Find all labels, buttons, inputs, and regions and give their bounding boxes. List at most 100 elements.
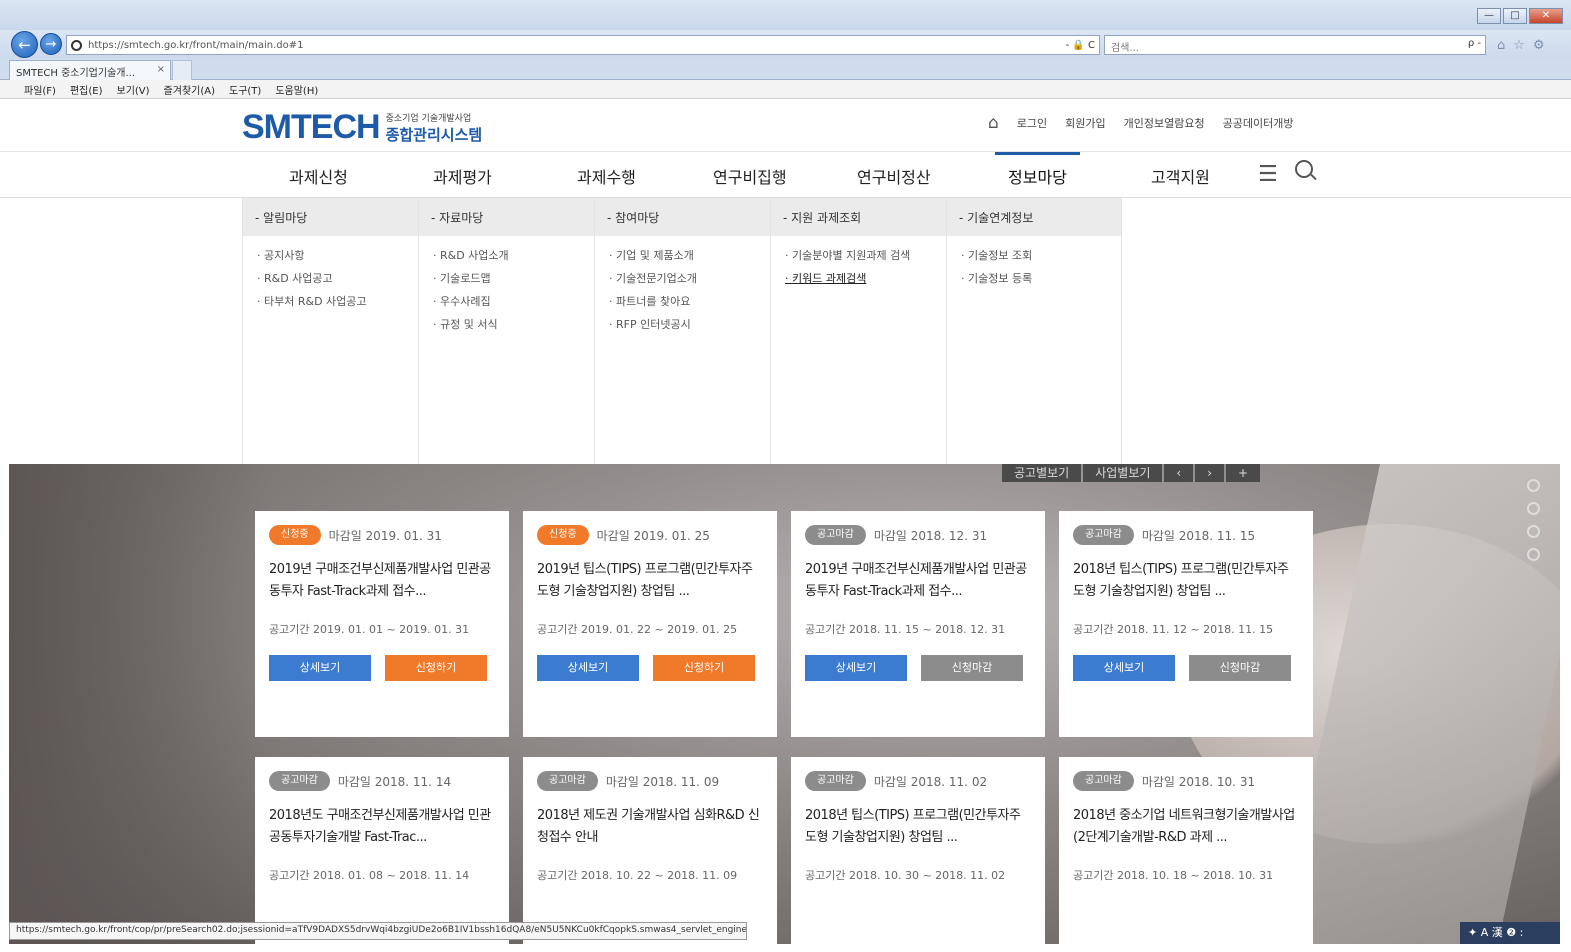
card-deadline: 마감일 2018. 11. 02 bbox=[873, 774, 988, 789]
menu-favorites[interactable]: 즐겨찾기(A) bbox=[164, 82, 215, 97]
mega-item[interactable]: · R&D 사업소개 bbox=[433, 244, 580, 267]
mega-head[interactable]: - 참여마당 bbox=[595, 198, 770, 236]
close-window-button[interactable]: ✕ bbox=[1529, 8, 1563, 24]
menu-tools[interactable]: 도구(T) bbox=[229, 82, 261, 97]
card-title[interactable]: 2018년 중소기업 네트워크형기술개발사업(2단계기술개발-R&D 과제 ..… bbox=[1073, 805, 1299, 849]
mega-item[interactable]: · R&D 사업공고 bbox=[257, 267, 404, 290]
notice-card[interactable]: 신청중 마감일 2019. 01. 31 2019년 구매조건부신제품개발사업 … bbox=[255, 511, 509, 737]
apply-button[interactable]: 신청하기 bbox=[385, 655, 487, 681]
mega-item-hovered[interactable]: · 키워드 과제검색 bbox=[785, 267, 932, 290]
settings-gear-icon[interactable]: ⚙ bbox=[1533, 38, 1545, 53]
card-deadline: 마감일 2019. 01. 31 bbox=[328, 528, 442, 543]
next-slide-button[interactable]: › bbox=[1195, 464, 1225, 482]
mega-item[interactable]: · 기술전문기업소개 bbox=[609, 267, 756, 290]
mega-item[interactable]: · RFP 인터넷공시 bbox=[609, 313, 756, 336]
site-logo[interactable]: SMTECH 중소기업 기술개발사업 종합관리시스템 bbox=[242, 108, 482, 147]
menu-file[interactable]: 파일(F) bbox=[24, 82, 56, 97]
view-by-business-button[interactable]: 사업별보기 bbox=[1083, 464, 1163, 482]
detail-button[interactable]: 상세보기 bbox=[1073, 655, 1175, 681]
mega-item[interactable]: · 규정 및 서식 bbox=[433, 313, 580, 336]
login-link[interactable]: 로그인 bbox=[1017, 115, 1047, 131]
logo-subtitle: 중소기업 기술개발사업 종합관리시스템 bbox=[386, 111, 483, 145]
slide-dot[interactable] bbox=[1527, 548, 1540, 561]
notice-card[interactable]: 신청중 마감일 2019. 01. 25 2019년 팁스(TIPS) 프로그램… bbox=[523, 511, 777, 737]
mega-item[interactable]: · 타부처 R&D 사업공고 bbox=[257, 290, 404, 313]
view-by-notice-button[interactable]: 공고별보기 bbox=[1002, 464, 1082, 482]
closed-button[interactable]: 신청마감 bbox=[1189, 655, 1291, 681]
more-button[interactable]: + bbox=[1226, 464, 1261, 482]
card-title[interactable]: 2019년 팁스(TIPS) 프로그램(민간투자주도형 기술창업지원) 창업팀 … bbox=[537, 559, 763, 603]
notice-card[interactable]: 공고마감 마감일 2018. 11. 14 2018년도 구매조건부신제품개발사… bbox=[255, 757, 509, 944]
hero-controls: 공고별보기 사업별보기 ‹ › + bbox=[1002, 464, 1261, 482]
nav-fund-execution[interactable]: 연구비집행 bbox=[713, 164, 787, 188]
ime-indicator[interactable]: ✦ A 漢 ❷ : bbox=[1460, 922, 1560, 944]
mega-item[interactable]: · 공지사항 bbox=[257, 244, 404, 267]
detail-button[interactable]: 상세보기 bbox=[537, 655, 639, 681]
closed-button[interactable]: 신청마감 bbox=[921, 655, 1023, 681]
card-title[interactable]: 2018년도 구매조건부신제품개발사업 민관공동투자기술개발 Fast-Trac… bbox=[269, 805, 495, 849]
notice-card[interactable]: 공고마감 마감일 2018. 12. 31 2019년 구매조건부신제품개발사업… bbox=[791, 511, 1045, 737]
apply-button[interactable]: 신청하기 bbox=[653, 655, 755, 681]
notice-card[interactable]: 공고마감 마감일 2018. 11. 15 2018년 팁스(TIPS) 프로그… bbox=[1059, 511, 1313, 737]
browser-tab-active[interactable]: SMTECH 중소기업기술개... × bbox=[9, 60, 171, 80]
menu-help[interactable]: 도움말(H) bbox=[275, 82, 318, 97]
url-field[interactable]: https://smtech.go.kr/front/main/main.do#… bbox=[66, 35, 1100, 55]
detail-button[interactable]: 상세보기 bbox=[269, 655, 371, 681]
open-data-link[interactable]: 공공데이터개방 bbox=[1223, 115, 1294, 131]
card-title[interactable]: 2019년 구매조건부신제품개발사업 민관공동투자 Fast-Track과제 접… bbox=[805, 559, 1031, 603]
card-period: 공고기간 2018. 11. 15 ~ 2018. 12. 31 bbox=[805, 623, 1006, 636]
mega-item[interactable]: · 우수사례집 bbox=[433, 290, 580, 313]
mega-head[interactable]: - 기술연계정보 bbox=[947, 198, 1121, 236]
minimize-button[interactable]: — bbox=[1477, 8, 1501, 24]
notice-card[interactable]: 공고마감 마감일 2018. 11. 02 2018년 팁스(TIPS) 프로그… bbox=[791, 757, 1045, 944]
mega-item[interactable]: · 파트너를 찾아요 bbox=[609, 290, 756, 313]
url-text: https://smtech.go.kr/front/main/main.do#… bbox=[88, 39, 304, 51]
maximize-button[interactable]: □ bbox=[1503, 8, 1527, 24]
mega-item[interactable]: · 기술정보 등록 bbox=[961, 267, 1107, 290]
mega-head[interactable]: - 지원 과제조회 bbox=[771, 198, 946, 236]
site-identity-icon bbox=[71, 39, 82, 51]
signup-link[interactable]: 회원가입 bbox=[1065, 115, 1105, 131]
card-title[interactable]: 2018년 팁스(TIPS) 프로그램(민간투자주도형 기술창업지원) 창업팀 … bbox=[805, 805, 1031, 849]
card-deadline: 마감일 2018. 10. 31 bbox=[1141, 774, 1256, 789]
slide-dot[interactable] bbox=[1527, 525, 1540, 538]
card-title[interactable]: 2018년 팁스(TIPS) 프로그램(민간투자주도형 기술창업지원) 창업팀 … bbox=[1073, 559, 1299, 603]
menu-edit[interactable]: 편집(E) bbox=[70, 82, 103, 97]
slide-dot[interactable] bbox=[1527, 502, 1540, 515]
slide-dot[interactable] bbox=[1527, 479, 1540, 492]
notice-card[interactable]: 공고마감 마감일 2018. 10. 31 2018년 중소기업 네트워크형기술… bbox=[1059, 757, 1313, 944]
mega-item[interactable]: · 기술로드맵 bbox=[433, 267, 580, 290]
notice-card[interactable]: 공고마감 마감일 2018. 11. 09 2018년 제도권 기술개발사업 심… bbox=[523, 757, 777, 944]
nav-information[interactable]: 정보마당 bbox=[1008, 164, 1067, 188]
menu-view[interactable]: 보기(V) bbox=[117, 82, 150, 97]
home-icon[interactable]: ⌂ bbox=[1497, 38, 1505, 53]
forward-button[interactable]: → bbox=[40, 33, 62, 55]
browser-search-icon[interactable]: ρ - bbox=[1468, 38, 1481, 49]
mega-item[interactable]: · 기업 및 제품소개 bbox=[609, 244, 756, 267]
card-title[interactable]: 2018년 제도권 기술개발사업 심화R&D 신청접수 안내 bbox=[537, 805, 763, 849]
mega-col-tech-info: - 기술연계정보 · 기술정보 조회 · 기술정보 등록 bbox=[946, 198, 1122, 464]
card-title[interactable]: 2019년 구매조건부신제품개발사업 민관공동투자 Fast-Track과제 접… bbox=[269, 559, 495, 603]
browser-search-input[interactable]: 검색... ρ - bbox=[1104, 35, 1486, 55]
nav-fund-settlement[interactable]: 연구비정산 bbox=[857, 164, 931, 188]
status-badge: 공고마감 bbox=[537, 771, 598, 791]
nav-project-apply[interactable]: 과제신청 bbox=[289, 164, 348, 188]
tab-close-icon[interactable]: × bbox=[157, 64, 165, 75]
nav-project-evaluation[interactable]: 과제평가 bbox=[433, 164, 492, 188]
mega-head[interactable]: - 알림마당 bbox=[243, 198, 418, 236]
new-tab-button[interactable] bbox=[172, 60, 192, 80]
back-button[interactable]: ← bbox=[11, 31, 38, 58]
privacy-request-link[interactable]: 개인정보열람요청 bbox=[1124, 115, 1205, 131]
favorites-star-icon[interactable]: ☆ bbox=[1513, 38, 1525, 53]
detail-button[interactable]: 상세보기 bbox=[805, 655, 907, 681]
site-home-icon[interactable]: ⌂ bbox=[988, 115, 999, 132]
nav-project-execution[interactable]: 과제수행 bbox=[577, 164, 636, 188]
nav-customer-support[interactable]: 고객지원 bbox=[1151, 164, 1210, 188]
hamburger-menu-icon[interactable]: ☰ bbox=[1258, 162, 1278, 187]
mega-item[interactable]: · 기술분야별 지원과제 검색 bbox=[785, 244, 932, 267]
mega-item[interactable]: · 기술정보 조회 bbox=[961, 244, 1107, 267]
url-security-refresh[interactable]: - 🔒 C bbox=[1066, 40, 1095, 51]
site-search-icon[interactable] bbox=[1295, 160, 1313, 178]
mega-head[interactable]: - 자료마당 bbox=[419, 198, 594, 236]
prev-slide-button[interactable]: ‹ bbox=[1164, 464, 1194, 482]
